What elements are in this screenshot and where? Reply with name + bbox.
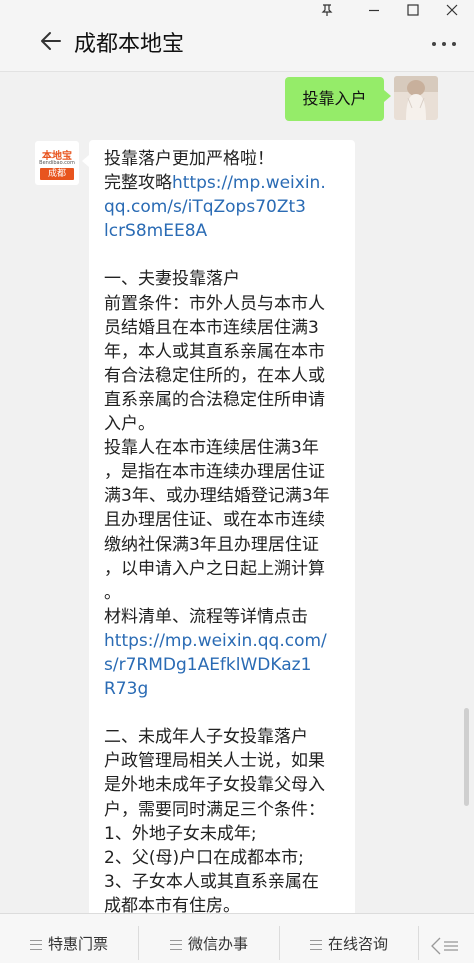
message-link[interactable]: https://mp.weixin.qq.com/ <box>104 631 327 651</box>
message-line: 员结婚且在本市连续居住满3 <box>104 316 350 340</box>
message-text: 一、夫妻投靠落户 <box>104 269 240 290</box>
menu-item-label: 在线咨询 <box>327 935 388 953</box>
message-line: 缴纳社保满3年且办理居住证 <box>104 533 350 557</box>
message-line: 入户。 <box>104 412 350 436</box>
message-line: 材料清单、流程等详情点击 <box>104 605 350 629</box>
message-line: 满3年、或办理结婚登记满3年 <box>104 484 350 508</box>
message-line: lcrS8mEE8A <box>104 219 350 243</box>
message-line: 。 <box>104 581 350 605</box>
message-link[interactable]: qq.com/s/iTqZops70Zt3 <box>104 197 306 217</box>
message-line <box>104 243 350 267</box>
pin-icon[interactable] <box>317 3 337 21</box>
message-line: 3、子女本人或其直系亲属在 <box>104 870 350 894</box>
message-line: 完整攻略https://mp.weixin. <box>104 171 350 195</box>
message-text: 缴纳社保满3年且办理居住证 <box>104 534 319 555</box>
message-link[interactable]: lcrS8mEE8A <box>104 221 207 241</box>
message-line <box>104 701 350 725</box>
message-line: s/r7RMDg1AEfklWDKaz1 <box>104 653 350 677</box>
close-icon[interactable] <box>442 3 462 21</box>
user-avatar[interactable] <box>394 76 438 120</box>
message-link[interactable]: https://mp.weixin. <box>172 173 326 193</box>
message-line: 是外地未成年子女投靠父母入 <box>104 773 350 797</box>
message-line: qq.com/s/iTqZops70Zt3 <box>104 195 350 219</box>
message-text: 二、未成年人子女投靠落户 <box>104 727 308 748</box>
message-text: 前置条件：市外人员与本市人 <box>104 293 325 314</box>
message-text: 成都本市有住房。 <box>104 895 240 913</box>
message-text: 入户。 <box>104 414 155 435</box>
message-line: ，以申请入户之日起上溯计算 <box>104 557 350 581</box>
menu-divider <box>418 926 419 960</box>
message-text: 户政管理局相关人士说，如果 <box>104 751 325 772</box>
menu-list-icon <box>309 940 322 950</box>
message-line: 直系亲属的合法稳定住所申请 <box>104 388 350 412</box>
menu-item-online-consult[interactable]: 在线咨询 <box>280 914 418 963</box>
minimize-icon[interactable] <box>364 3 384 21</box>
message-line: 户政管理局相关人士说，如果 <box>104 749 350 773</box>
incoming-bubble-tail <box>82 155 89 167</box>
message-text: 直系亲属的合法稳定住所申请 <box>104 389 325 410</box>
message-text: 有合法稳定住所的，在本人或 <box>104 365 325 386</box>
maximize-icon[interactable] <box>403 3 423 21</box>
scrollbar-thumb[interactable] <box>464 708 469 806</box>
chat-area[interactable]: 投靠入户 本地宝 Bendibao.com 成都 投靠落户更加严格啦！ 完整攻略h… <box>0 73 474 913</box>
logo-city-badge: 成都 <box>40 168 74 180</box>
message-line: 投靠人在本市连续居住满3年 <box>104 436 350 460</box>
menu-list-icon <box>169 940 182 950</box>
message-line: 2、父(母)户口在成都本市; <box>104 846 350 870</box>
message-line: R73g <box>104 677 350 701</box>
message-text: 投靠落户更加严格啦！ <box>104 149 274 169</box>
menu-item-wechat-services[interactable]: 微信办事 <box>139 914 279 963</box>
message-text: ，以申请入户之日起上溯计算 <box>104 558 325 579</box>
outgoing-message[interactable]: 投靠入户 <box>285 77 384 121</box>
message-line: 一、夫妻投靠落户 <box>104 267 350 291</box>
message-link[interactable]: R73g <box>104 679 148 699</box>
title-bar: 成都本地宝 <box>0 0 474 72</box>
message-line: ，是指在本市连续办理居住证 <box>104 460 350 484</box>
logo-url-text: Bendibao.com <box>39 160 75 166</box>
message-text: 户，需要同时满足三个条件： <box>104 799 325 820</box>
more-dots-icon[interactable] <box>430 36 458 50</box>
message-line: 户，需要同时满足三个条件： <box>104 798 350 822</box>
keyboard-toggle-icon[interactable] <box>430 936 460 956</box>
message-text: 投靠人在本市连续居住满3年 <box>104 438 319 459</box>
message-line: 成都本市有住房。 <box>104 894 350 913</box>
message-text: 员结婚且在本市连续居住满3 <box>104 317 319 338</box>
sender-avatar-logo[interactable]: 本地宝 Bendibao.com 成都 <box>35 141 79 185</box>
message-text: ，是指在本市连续办理居住证 <box>104 462 325 483</box>
message-line: 前置条件：市外人员与本市人 <box>104 292 350 316</box>
message-line: 且办理居住证、或在本市连续 <box>104 508 350 532</box>
message-text: 是外地未成年子女投靠父母入 <box>104 775 325 796</box>
message-text: 材料清单、流程等详情点击 <box>104 606 308 627</box>
message-text: 3、子女本人或其直系亲属在 <box>104 871 319 892</box>
message-text: 。 <box>104 582 121 603</box>
back-arrow-icon[interactable] <box>38 28 64 54</box>
menu-list-icon <box>29 940 42 950</box>
message-text: 2、父(母)户口在成都本市; <box>104 847 304 868</box>
message-text: 年，本人或其直系亲属在本市 <box>104 341 325 362</box>
chat-title: 成都本地宝 <box>74 32 185 57</box>
menu-item-label: 特惠门票 <box>47 935 108 953</box>
message-line: 有合法稳定住所的，在本人或 <box>104 364 350 388</box>
bottom-menu-bar: 特惠门票 微信办事 在线咨询 <box>0 913 474 963</box>
message-line: 1、外地子女未成年; <box>104 822 350 846</box>
message-line: 二、未成年人子女投靠落户 <box>104 725 350 749</box>
outgoing-bubble-tail <box>384 90 391 102</box>
incoming-message-text: 投靠落户更加严格啦！ 完整攻略https://mp.weixin. qq.com/s… <box>104 147 350 913</box>
message-text: 1、外地子女未成年; <box>104 823 257 844</box>
message-link[interactable]: s/r7RMDg1AEfklWDKaz1 <box>104 655 311 675</box>
menu-item-label: 微信办事 <box>187 935 248 953</box>
message-text: 且办理居住证、或在本市连续 <box>104 510 325 531</box>
message-text: 完整攻略 <box>104 173 172 194</box>
message-line: 年，本人或其直系亲属在本市 <box>104 340 350 364</box>
message-text: 满3年、或办理结婚登记满3年 <box>104 486 330 507</box>
menu-item-tickets[interactable]: 特惠门票 <box>0 914 138 963</box>
message-line: 投靠落户更加严格啦！ <box>104 147 350 171</box>
message-line: https://mp.weixin.qq.com/ <box>104 629 350 653</box>
